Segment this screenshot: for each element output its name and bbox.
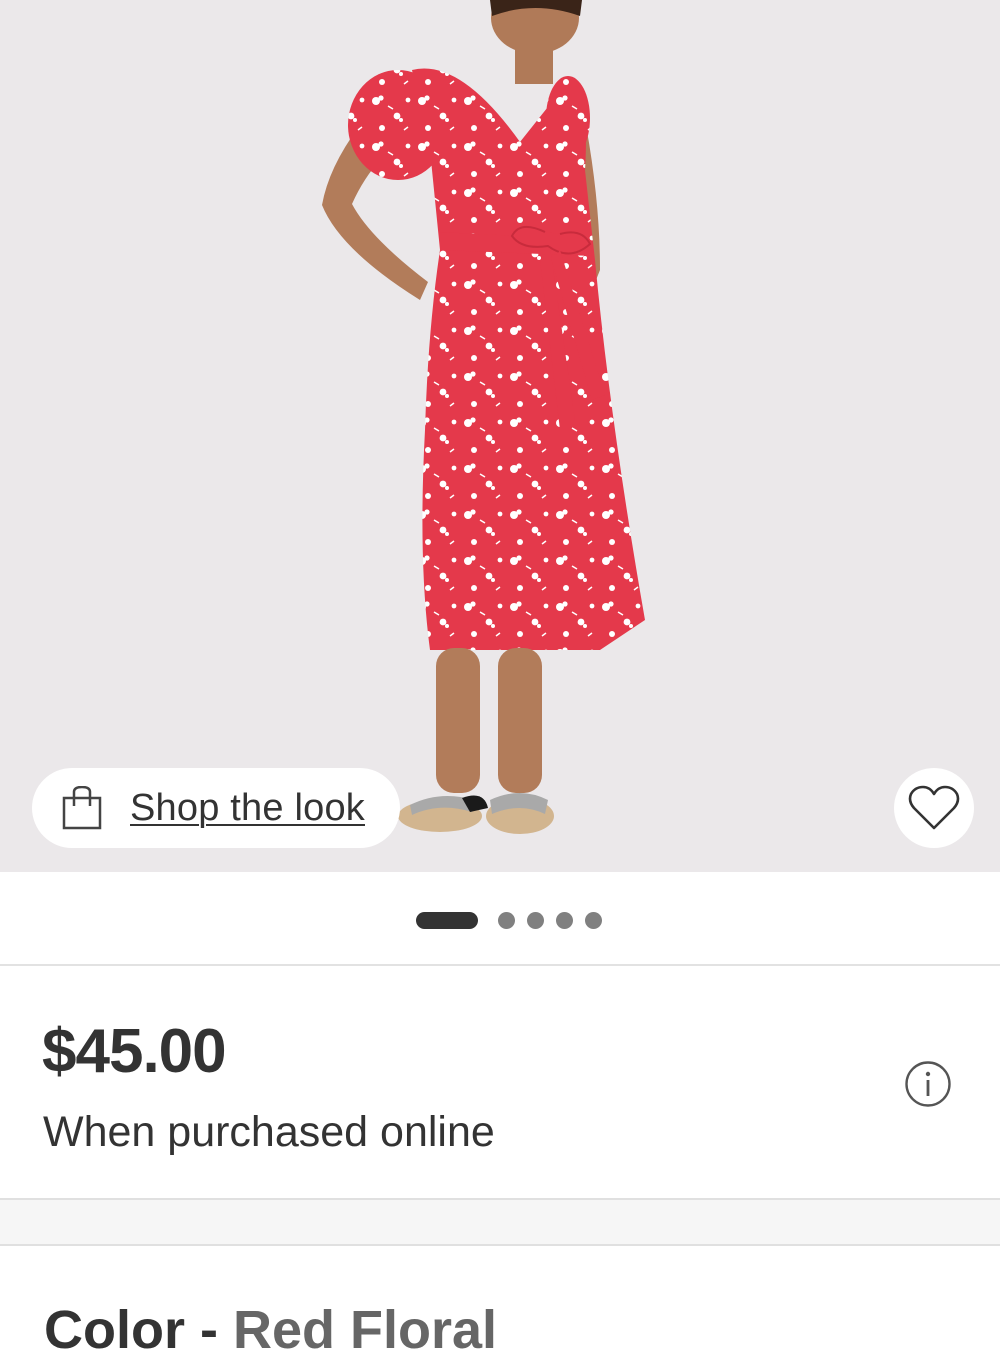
shop-the-look-button[interactable]: Shop the look [32,768,400,848]
color-selection-heading: Color - Red Floral [44,1290,497,1370]
divider [0,964,1000,966]
info-icon [905,1061,951,1107]
carousel-indicator [0,910,1000,930]
color-value: Red Floral [233,1300,498,1360]
favorite-button[interactable] [894,768,974,848]
carousel-dot-3[interactable] [527,911,544,929]
product-image[interactable]: Shop the look [0,0,1000,872]
carousel-dot-5[interactable] [585,911,602,929]
price-note: When purchased online [43,1108,495,1156]
model-illustration [322,0,645,834]
shopping-bag-icon [62,786,102,830]
carousel-dot-4[interactable] [556,911,573,929]
carousel-dot-2[interactable] [498,911,515,929]
carousel-dot-1[interactable] [416,911,478,929]
price-info-button[interactable] [904,1060,952,1108]
heart-icon [908,785,960,830]
color-separator: - [185,1300,233,1360]
shop-the-look-label: Shop the look [130,786,365,829]
price: $45.00 [42,1017,227,1086]
section-separator [0,1198,1000,1246]
color-label: Color [44,1300,185,1360]
